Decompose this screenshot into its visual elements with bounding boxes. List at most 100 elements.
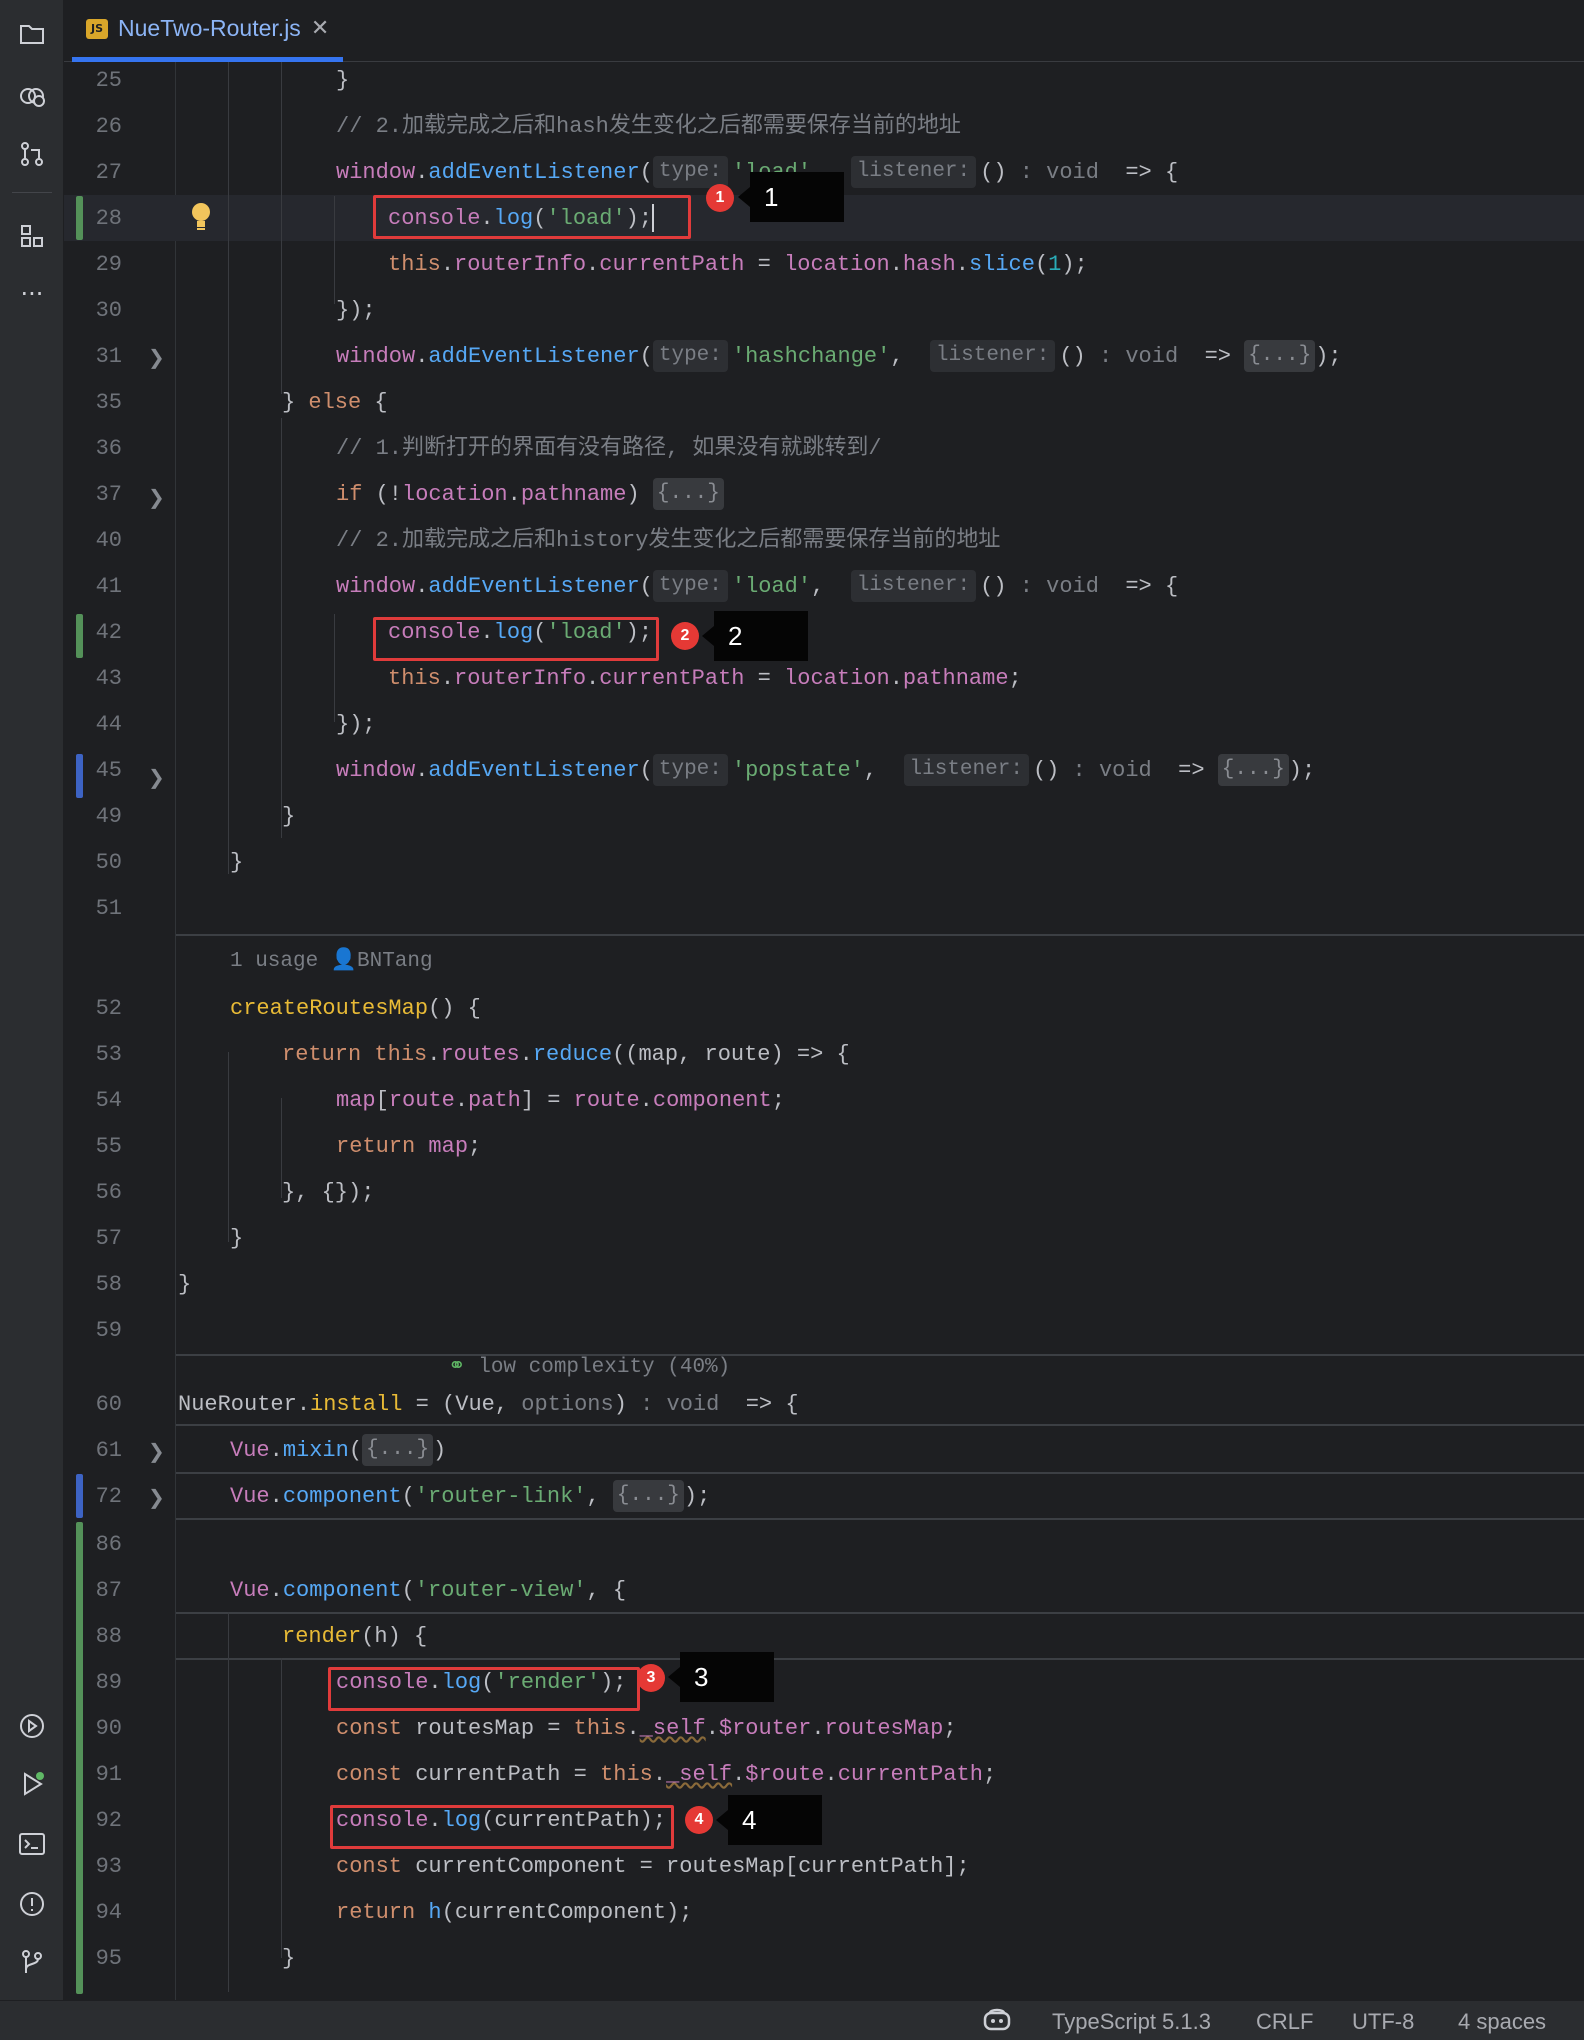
folded-region[interactable]: {...} [362,1434,434,1467]
code-line-49: } [282,804,296,829]
pull-request-icon[interactable] [14,136,50,172]
line-number[interactable]: 95 [64,1936,122,1982]
code-line-43: this.routerInfo.currentPath = location.p… [388,666,1022,691]
tab-nuetwo-router[interactable]: JS NueTwo-Router.js ✕ [72,0,344,62]
more-icon[interactable]: ··· [14,276,50,312]
line-number[interactable]: 50 [64,840,122,886]
method-separator [176,1354,1584,1356]
line-number[interactable]: 60 [64,1382,122,1428]
line-number[interactable]: 94 [64,1890,122,1936]
line-number[interactable]: 31 [64,334,122,380]
line-number[interactable]: 26 [64,104,122,150]
line-number[interactable]: 51 [64,886,122,932]
line-number[interactable]: 41 [64,564,122,610]
line-number[interactable]: 93 [64,1844,122,1890]
terminal-icon[interactable] [14,1826,50,1862]
line-number[interactable]: 86 [64,1522,122,1568]
line-number[interactable]: 36 [64,426,122,472]
line-number[interactable]: 58 [64,1262,122,1308]
lightbulb-icon[interactable] [190,202,212,237]
copilot-icon[interactable] [982,2007,1012,2039]
line-number[interactable]: 37 [64,472,122,518]
line-number[interactable]: 59 [64,1308,122,1354]
usage-annotation[interactable]: 1 usage 👤BNTang [230,944,433,980]
code-line-25: } [336,58,349,104]
line-number[interactable]: 52 [64,986,122,1032]
line-number[interactable]: 29 [64,242,122,288]
fold-chevron-icon[interactable]: ❯ [148,1428,166,1474]
line-number[interactable]: 57 [64,1216,122,1262]
line-number[interactable]: 42 [64,610,122,656]
services-icon[interactable] [14,1708,50,1744]
copilot-icon[interactable] [14,78,50,114]
line-number[interactable]: 91 [64,1752,122,1798]
folded-region[interactable]: {...} [612,1480,684,1513]
folded-region[interactable]: {...} [1244,340,1316,373]
callout-label-3: 3 [668,1652,774,1702]
folded-region[interactable]: {...} [652,478,724,511]
highlight-box-3 [328,1667,640,1711]
code-line-26: // 2.加载完成之后和hash发生变化之后都需要保存当前的地址 [336,104,961,150]
param-hint: listener: [903,754,1029,787]
folder-icon[interactable] [14,16,50,52]
close-icon[interactable]: ✕ [311,16,329,41]
highlight-box-1 [373,195,691,239]
callout-badge-3: 3 [637,1664,665,1692]
complexity-annotation[interactable]: ⚭ low complexity (40%) [448,1350,730,1386]
fold-chevron-icon[interactable]: ❯ [148,334,166,380]
line-number[interactable]: 92 [64,1798,122,1844]
line-number[interactable]: 27 [64,150,122,196]
editor-tab-bar: JS NueTwo-Router.js ✕ [64,0,1584,62]
code-line-57: } [230,1226,244,1251]
line-number[interactable]: 88 [64,1614,122,1660]
line-number[interactable]: 30 [64,288,122,334]
code-line-72: Vue.component('router-link', {...}); [230,1474,710,1520]
string-literal: 'hashchange' [731,344,891,369]
code-line-45: window.addEventListener(type:'popstate',… [336,748,1315,794]
git-icon[interactable] [14,1944,50,1980]
callout-label-2: 2 [702,611,808,661]
line-number[interactable]: 72 [64,1474,122,1520]
fold-chevron-icon[interactable]: ❯ [148,474,166,520]
line-number[interactable]: 54 [64,1078,122,1124]
line-number[interactable]: 49 [64,794,122,840]
encoding-indicator[interactable]: UTF-8 [1352,2009,1414,2035]
fold-chevron-icon[interactable]: ❯ [148,1474,166,1520]
folded-region[interactable]: {...} [1217,754,1289,787]
string-literal: 'router-view' [414,1578,587,1603]
code-line-95: } [282,1946,296,1971]
line-number[interactable]: 25 [64,58,122,104]
code-line-54: map[route.path] = route.component; [336,1088,785,1113]
line-number[interactable]: 35 [64,380,122,426]
indent-indicator[interactable]: 4 spaces [1458,2009,1546,2035]
structure-icon[interactable] [14,218,50,254]
code-line-93: const currentComponent = routesMap[curre… [336,1854,970,1879]
indent-guide [281,1658,282,1958]
code-line-55: return map; [336,1134,482,1159]
line-number[interactable]: 90 [64,1706,122,1752]
line-number[interactable]: 56 [64,1170,122,1216]
code-line-56: }, {}); [282,1180,375,1205]
line-number[interactable]: 61 [64,1428,122,1474]
method-separator [176,934,1584,936]
line-number[interactable]: 44 [64,702,122,748]
fold-chevron-icon[interactable]: ❯ [148,754,166,800]
run-icon[interactable] [14,1766,50,1802]
line-ending-indicator[interactable]: CRLF [1256,2009,1313,2035]
line-number[interactable]: 53 [64,1032,122,1078]
callout-badge-1: 1 [706,184,734,212]
code-line-52: createRoutesMap() { [230,996,481,1021]
param-hint: type: [652,570,728,603]
line-number[interactable]: 28 [64,196,122,242]
line-number[interactable]: 45 [64,748,122,794]
code-line-35: } else { [282,390,388,415]
usage-count: 1 usage [230,950,319,973]
language-indicator[interactable]: TypeScript 5.1.3 [1052,2009,1211,2035]
line-number[interactable]: 89 [64,1660,122,1706]
line-number[interactable]: 43 [64,656,122,702]
line-number[interactable]: 40 [64,518,122,564]
user-icon: 👤 [330,950,357,973]
line-number[interactable]: 87 [64,1568,122,1614]
line-number[interactable]: 55 [64,1124,122,1170]
problems-icon[interactable] [14,1886,50,1922]
